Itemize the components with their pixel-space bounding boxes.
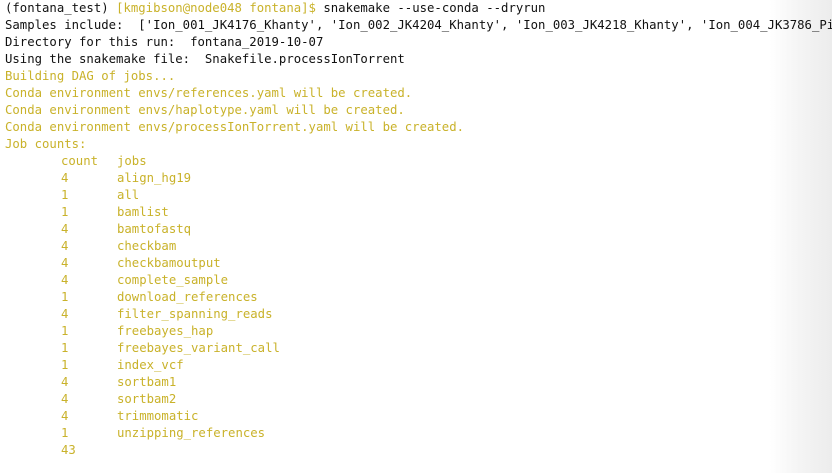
job-name: checkbam (117, 239, 177, 253)
job-name: bamlist (117, 205, 169, 219)
job-total: 43 (61, 443, 76, 457)
conda-line: Conda environment envs/references.yaml w… (5, 86, 413, 100)
job-count: 4 (61, 307, 69, 321)
dag-line: Building DAG of jobs... (5, 69, 176, 83)
job-count: 1 (61, 205, 69, 219)
conda-line: Conda environment envs/processIonTorrent… (5, 120, 465, 134)
job-count: 4 (61, 273, 69, 287)
job-count: 4 (61, 256, 69, 270)
job-count: 4 (61, 171, 69, 185)
job-name: complete_sample (117, 273, 229, 287)
job-count: 1 (61, 358, 69, 372)
job-name: index_vcf (117, 358, 184, 372)
job-name: unzipping_references (117, 426, 266, 440)
job-name: align_hg19 (117, 171, 192, 185)
job-count: 1 (61, 426, 69, 440)
job-name: freebayes_hap (117, 324, 214, 338)
conda-line: Conda environment envs/haplotype.yaml wi… (5, 103, 405, 117)
job-counts-label: Job counts: (5, 137, 87, 151)
job-count: 4 (61, 409, 69, 423)
job-count: 1 (61, 290, 69, 304)
job-name: sortbam2 (117, 392, 177, 406)
job-count: 4 (61, 375, 69, 389)
command-text: snakemake --use-conda --dryrun (323, 1, 546, 15)
job-count: 4 (61, 392, 69, 406)
job-name: bamtofastq (117, 222, 192, 236)
prompt-env: (fontana_test) (5, 1, 109, 15)
job-name: download_references (117, 290, 258, 304)
job-count: 1 (61, 324, 69, 338)
job-name: freebayes_variant_call (117, 341, 280, 355)
job-name: filter_spanning_reads (117, 307, 273, 321)
job-count: 1 (61, 341, 69, 355)
job-name: all (117, 188, 140, 202)
prompt-userhost: [kmgibson@node048 fontana]$ (116, 1, 316, 15)
job-name: sortbam1 (117, 375, 177, 389)
job-count: 1 (61, 188, 69, 202)
jobs-column-header: jobs (117, 154, 147, 168)
job-name: checkbamoutput (117, 256, 221, 270)
samples-line: Samples include: ['Ion_001_JK4176_Khanty… (5, 18, 832, 32)
directory-line: Directory for this run: fontana_2019-10-… (5, 35, 324, 49)
job-name: trimmomatic (117, 409, 199, 423)
job-count: 4 (61, 239, 69, 253)
job-count: 4 (61, 222, 69, 236)
snakefile-line: Using the snakemake file: Snakefile.proc… (5, 52, 405, 66)
command-prompt-line: (fontana_test) [kmgibson@node048 fontana… (5, 0, 545, 17)
count-column-header: count (61, 154, 99, 168)
terminal-window[interactable]: (fontana_test) [kmgibson@node048 fontana… (0, 0, 832, 473)
